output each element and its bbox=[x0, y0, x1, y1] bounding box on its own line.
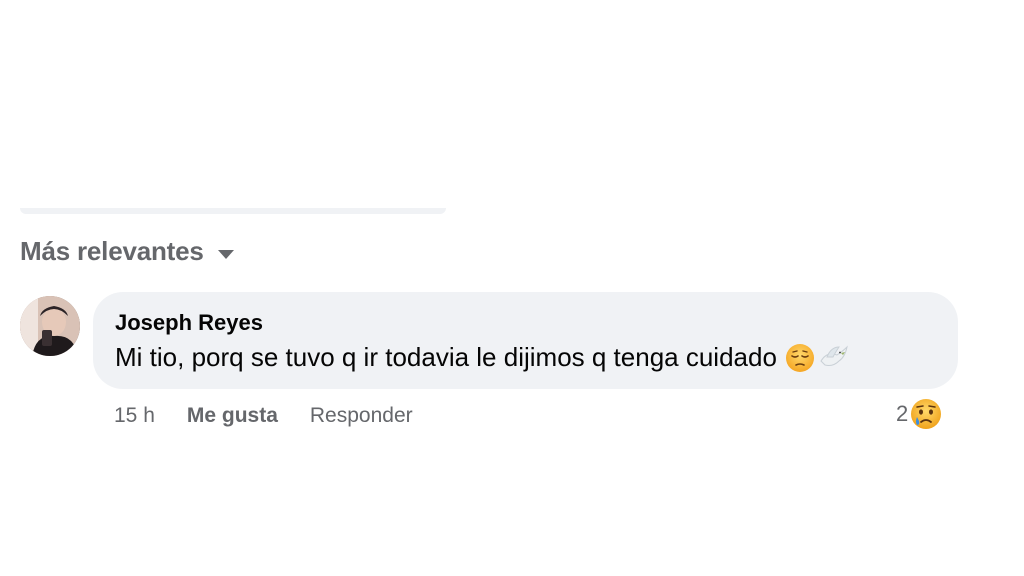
comment-bubble: Joseph Reyes Mi tio, porq se tuvo q ir t… bbox=[93, 292, 958, 389]
reply-button[interactable]: Responder bbox=[310, 404, 413, 428]
post-bottom-edge bbox=[20, 208, 446, 214]
comment-actions: 15 h Me gusta Responder bbox=[114, 402, 413, 430]
avatar[interactable] bbox=[20, 296, 80, 356]
comment-body: Mi tio, porq se tuvo q ir todavia le dij… bbox=[115, 342, 849, 373]
sort-label: Más relevantes bbox=[20, 235, 204, 266]
sort-comments-dropdown[interactable]: Más relevantes bbox=[20, 234, 234, 268]
comment-timestamp[interactable]: 15 h bbox=[114, 404, 155, 428]
comment-text: Mi tio, porq se tuvo q ir todavia le dij… bbox=[115, 342, 777, 372]
caret-down-icon bbox=[217, 249, 234, 259]
reaction-count: 2 bbox=[896, 401, 909, 426]
comment-author[interactable]: Joseph Reyes bbox=[115, 310, 263, 336]
dove-icon bbox=[817, 343, 849, 373]
like-button[interactable]: Me gusta bbox=[187, 404, 278, 428]
pensive-face-icon bbox=[785, 343, 815, 373]
sad-face-icon bbox=[909, 397, 943, 431]
reaction-summary[interactable]: 2 bbox=[896, 396, 943, 432]
comments-section: Más relevantes Joseph Reyes Mi tio, porq… bbox=[0, 0, 1024, 576]
